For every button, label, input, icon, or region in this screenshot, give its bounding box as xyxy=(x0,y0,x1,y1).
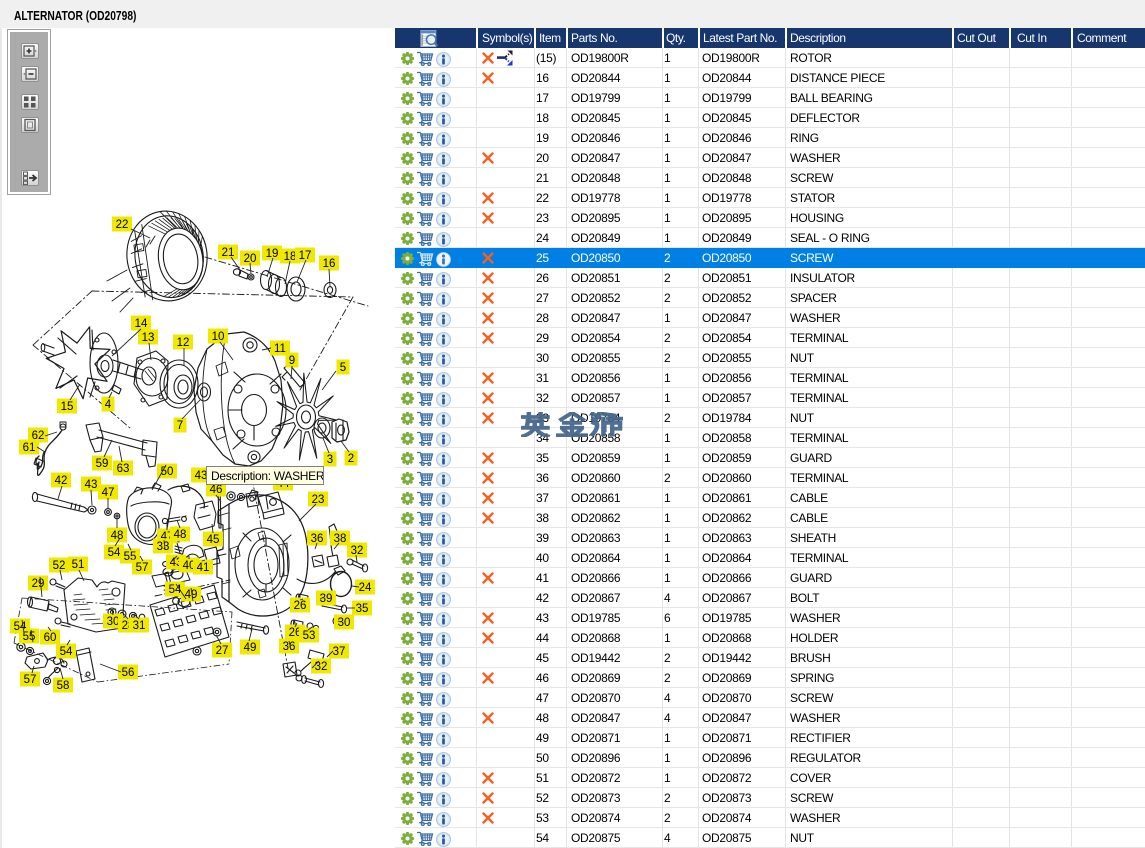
svg-text:57: 57 xyxy=(136,562,149,574)
svg-text:49: 49 xyxy=(244,642,257,654)
svg-text:15: 15 xyxy=(61,401,74,413)
svg-text:51: 51 xyxy=(72,559,85,571)
svg-text:19: 19 xyxy=(266,248,279,260)
svg-text:53: 53 xyxy=(303,630,316,642)
svg-text:59: 59 xyxy=(96,458,109,470)
svg-text:31: 31 xyxy=(133,620,146,632)
svg-text:50: 50 xyxy=(161,466,174,478)
svg-text:26: 26 xyxy=(294,600,307,612)
svg-text:58: 58 xyxy=(57,680,70,692)
svg-text:47: 47 xyxy=(102,487,115,499)
svg-text:48: 48 xyxy=(111,530,124,542)
svg-text:4: 4 xyxy=(105,399,112,411)
svg-text:27: 27 xyxy=(216,645,229,657)
svg-text:16: 16 xyxy=(323,258,336,270)
svg-text:42: 42 xyxy=(55,475,68,487)
svg-text:30: 30 xyxy=(107,616,120,628)
svg-text:23: 23 xyxy=(312,494,325,506)
svg-text:46: 46 xyxy=(210,484,223,496)
svg-text:21: 21 xyxy=(222,247,235,259)
svg-text:35: 35 xyxy=(356,603,369,615)
svg-text:24: 24 xyxy=(359,582,372,594)
svg-text:63: 63 xyxy=(117,463,130,475)
svg-text:2: 2 xyxy=(348,453,354,465)
svg-text:54: 54 xyxy=(60,646,73,658)
svg-text:33: 33 xyxy=(157,541,170,553)
svg-text:43: 43 xyxy=(85,479,98,491)
svg-text:29: 29 xyxy=(32,578,45,590)
svg-text:11: 11 xyxy=(274,343,286,355)
svg-text:9: 9 xyxy=(289,355,295,367)
svg-text:61: 61 xyxy=(23,442,36,454)
svg-text:60: 60 xyxy=(44,632,57,644)
svg-text:5: 5 xyxy=(340,362,346,374)
svg-text:45: 45 xyxy=(207,534,220,546)
svg-text:49: 49 xyxy=(185,589,198,601)
svg-text:57: 57 xyxy=(24,674,37,686)
svg-text:54: 54 xyxy=(108,547,121,559)
svg-text:17: 17 xyxy=(299,250,312,262)
svg-text:14: 14 xyxy=(135,318,148,330)
svg-text:32: 32 xyxy=(351,545,364,557)
svg-text:56: 56 xyxy=(122,667,135,679)
svg-text:12: 12 xyxy=(177,337,190,349)
svg-text:10: 10 xyxy=(212,331,225,343)
svg-text:52: 52 xyxy=(53,560,66,572)
svg-text:13: 13 xyxy=(142,332,155,344)
svg-text:22: 22 xyxy=(116,219,129,231)
svg-text:39: 39 xyxy=(320,593,333,605)
svg-text:41: 41 xyxy=(197,562,210,574)
svg-text:48: 48 xyxy=(174,529,187,541)
svg-text:30: 30 xyxy=(338,617,351,629)
svg-text:7: 7 xyxy=(177,420,183,432)
svg-text:37: 37 xyxy=(333,646,346,658)
svg-text:3: 3 xyxy=(327,454,333,466)
svg-text:38: 38 xyxy=(334,533,347,545)
svg-text:55: 55 xyxy=(23,631,36,643)
